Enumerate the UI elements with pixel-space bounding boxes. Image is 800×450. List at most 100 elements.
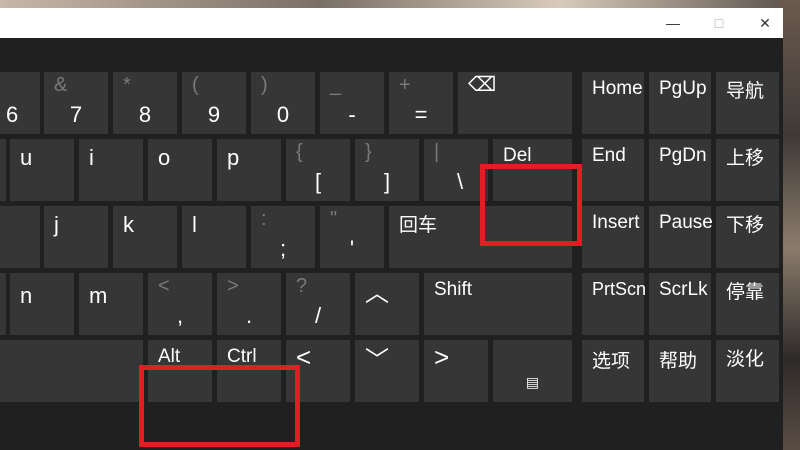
key-help-label: 帮助 [659,351,698,372]
key-p-label: p [227,145,240,170]
key-enter-label: 回车 [399,215,438,236]
up-arrow-icon: ︿ [365,280,389,307]
key-rbracket[interactable]: } ] [355,139,419,201]
key-end-label: End [592,145,626,166]
key-shift-label: Shift [434,279,473,300]
key-k-label: k [123,212,134,237]
key-home[interactable]: Home [582,72,644,134]
key-h-partial[interactable] [0,206,40,268]
key-6[interactable]: 6 [0,72,40,134]
key-help[interactable]: 帮助 [649,340,711,402]
key-lbracket-label: [ [314,169,322,194]
key-minus-label: - [348,102,356,127]
key-comma-shift-label: < [158,275,170,297]
key-options[interactable]: 选项 [582,340,644,402]
key-dock[interactable]: 停靠 [716,273,779,335]
key-i[interactable]: i [79,139,143,201]
key-semicolon[interactable]: : ; [251,206,315,268]
title-bar: — □ ✕ [0,8,783,38]
key-9-shift-label: ( [192,74,199,96]
minimize-button[interactable]: — [650,8,696,38]
key-fade-label: 淡化 [726,349,765,370]
key-nav[interactable]: 导航 [716,72,779,134]
key-insert[interactable]: Insert [582,206,644,268]
key-minus[interactable]: _ - [320,72,384,134]
key-i-label: i [89,145,94,170]
key-p[interactable]: p [217,139,281,201]
key-quote-label: ' [349,236,355,261]
close-button[interactable]: ✕ [742,8,788,38]
key-7-shift-label: & [54,74,68,96]
key-fade[interactable]: 淡化 [716,340,779,402]
right-arrow-icon: > [434,342,450,372]
key-y-partial[interactable] [0,139,6,201]
key-prtscn-label: PrtScn [592,279,647,299]
background-wallpaper-top [0,0,800,8]
key-semicolon-shift-label: : [261,208,267,230]
key-n[interactable]: n [10,273,74,335]
key-space[interactable] [0,340,143,402]
key-9[interactable]: ( 9 [182,72,246,134]
key-end[interactable]: End [582,139,644,201]
key-quote-shift-label: " [330,208,338,230]
key-pgup[interactable]: PgUp [649,72,711,134]
key-backslash-shift-label: | [434,141,440,163]
key-backspace[interactable]: ⌫ [458,72,572,134]
key-8-label: 8 [138,102,152,127]
key-quote[interactable]: " ' [320,206,384,268]
close-icon: ✕ [759,14,771,31]
key-equals-label: = [414,102,428,127]
key-6-label: 6 [6,102,19,127]
key-8[interactable]: * 8 [113,72,177,134]
key-9-label: 9 [207,102,221,127]
key-l-label: l [192,212,197,237]
down-arrow-icon: ﹀ [365,347,389,374]
key-lbracket[interactable]: { [ [286,139,350,201]
key-shift[interactable]: Shift [424,273,572,335]
key-0-label: 0 [276,102,290,127]
key-7[interactable]: & 7 [44,72,108,134]
key-u[interactable]: u [10,139,74,201]
key-pgdn-label: PgDn [659,145,707,166]
key-equals[interactable]: + = [389,72,453,134]
key-j[interactable]: j [44,206,108,268]
key-lbracket-shift-label: { [296,141,303,163]
key-o[interactable]: o [148,139,212,201]
key-period-label: . [245,303,253,328]
key-u-label: u [20,145,33,170]
key-menu[interactable]: ▤ [493,340,572,402]
key-pause[interactable]: Pause [649,206,713,268]
key-k[interactable]: k [113,206,177,268]
key-b-partial[interactable] [0,273,6,335]
maximize-button[interactable]: □ [696,8,742,38]
key-0-shift-label: ) [261,74,268,96]
key-right-arrow[interactable]: > [424,340,488,402]
key-l[interactable]: l [182,206,246,268]
key-equals-shift-label: + [399,74,411,96]
key-rbracket-label: ] [383,169,391,194]
key-comma[interactable]: < , [148,273,212,335]
key-move-down[interactable]: 下移 [716,206,779,268]
key-scrlk[interactable]: ScrLk [649,273,711,335]
key-home-label: Home [592,78,643,99]
menu-icon: ▤ [525,373,540,390]
key-insert-label: Insert [592,212,640,233]
key-move-down-label: 下移 [726,215,765,236]
key-backslash[interactable]: | \ [424,139,488,201]
key-pgdn[interactable]: PgDn [649,139,711,201]
key-prtscn[interactable]: PrtScn [582,273,647,335]
key-down-arrow[interactable]: ﹀ [355,340,419,402]
key-move-up[interactable]: 上移 [716,139,779,201]
key-m[interactable]: m [79,273,143,335]
key-slash[interactable]: ? / [286,273,350,335]
on-screen-keyboard: 6 & 7 * 8 ( 9 ) 0 _ - + = ⌫ Home PgUp 导航… [0,38,783,450]
key-0[interactable]: ) 0 [251,72,315,134]
key-period[interactable]: > . [217,273,281,335]
key-rbracket-shift-label: } [365,141,372,163]
key-up-arrow[interactable]: ︿ [355,273,419,335]
highlight-del [480,164,582,246]
key-period-shift-label: > [227,275,239,297]
highlight-alt-ctrl [139,365,300,447]
key-m-label: m [89,283,108,308]
key-pgup-label: PgUp [659,78,707,99]
